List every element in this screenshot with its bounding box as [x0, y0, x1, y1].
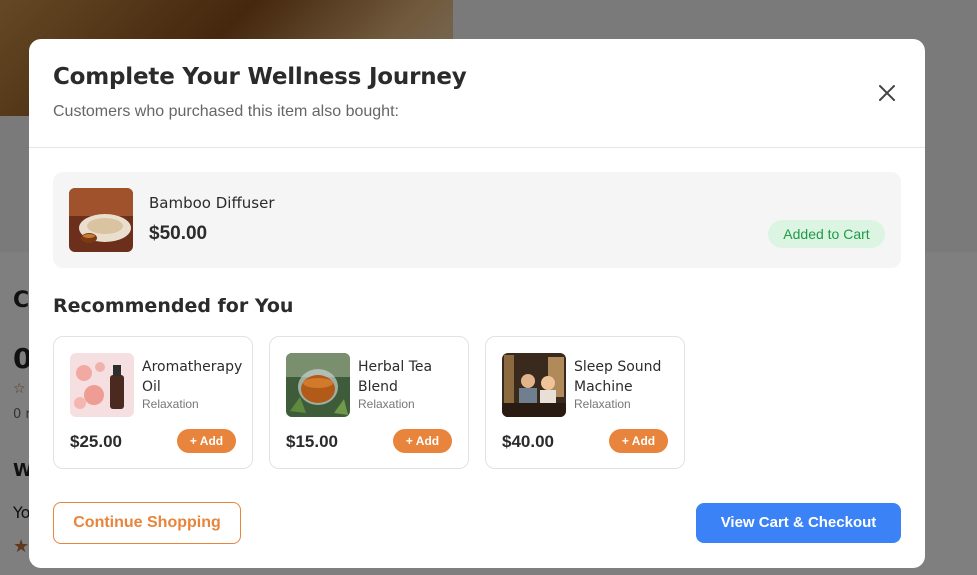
recommended-item-name: Aromatherapy Oil [142, 359, 243, 395]
recommended-item-name: Sleep Sound Machine [574, 359, 662, 395]
added-to-cart-badge: Added to Cart [768, 220, 885, 248]
close-icon [879, 85, 895, 101]
add-herbal-tea-button[interactable]: + Add [393, 429, 452, 453]
close-button[interactable] [875, 81, 899, 105]
herbal-tea-image [286, 353, 350, 417]
recommended-heading: Recommended for You [53, 295, 294, 317]
recommended-item-category: Relaxation [358, 397, 415, 411]
continue-shopping-button[interactable]: Continue Shopping [53, 502, 241, 544]
recommended-card: Herbal Tea Blend Relaxation $15.00 + Add [269, 336, 469, 469]
add-aromatherapy-oil-button[interactable]: + Add [177, 429, 236, 453]
recommended-item-price: $40.00 [502, 432, 554, 451]
recommended-card: Aromatherapy Oil Relaxation $25.00 + Add [53, 336, 253, 469]
recommended-item-price: $15.00 [286, 432, 338, 451]
recommended-item-name: Herbal Tea Blend [358, 359, 433, 395]
view-cart-checkout-button[interactable]: View Cart & Checkout [696, 503, 901, 543]
added-item-name: Bamboo Diffuser [149, 194, 275, 212]
recommended-item-category: Relaxation [142, 397, 199, 411]
sleep-sound-machine-image [502, 353, 566, 417]
upsell-modal: Complete Your Wellness Journey Customers… [29, 39, 925, 568]
aromatherapy-oil-image [70, 353, 134, 417]
added-item-price: $50.00 [149, 223, 208, 244]
recommended-item-price: $25.00 [70, 432, 122, 451]
modal-subtitle: Customers who purchased this item also b… [53, 103, 399, 120]
added-item-image [69, 188, 133, 252]
added-item-summary: Bamboo Diffuser $50.00 Added to Cart [53, 172, 901, 268]
recommended-card: Sleep Sound Machine Relaxation $40.00 + … [485, 336, 685, 469]
modal-header: Complete Your Wellness Journey Customers… [29, 39, 925, 148]
add-sleep-sound-machine-button[interactable]: + Add [609, 429, 668, 453]
recommended-item-category: Relaxation [574, 397, 631, 411]
modal-title: Complete Your Wellness Journey [53, 64, 467, 90]
